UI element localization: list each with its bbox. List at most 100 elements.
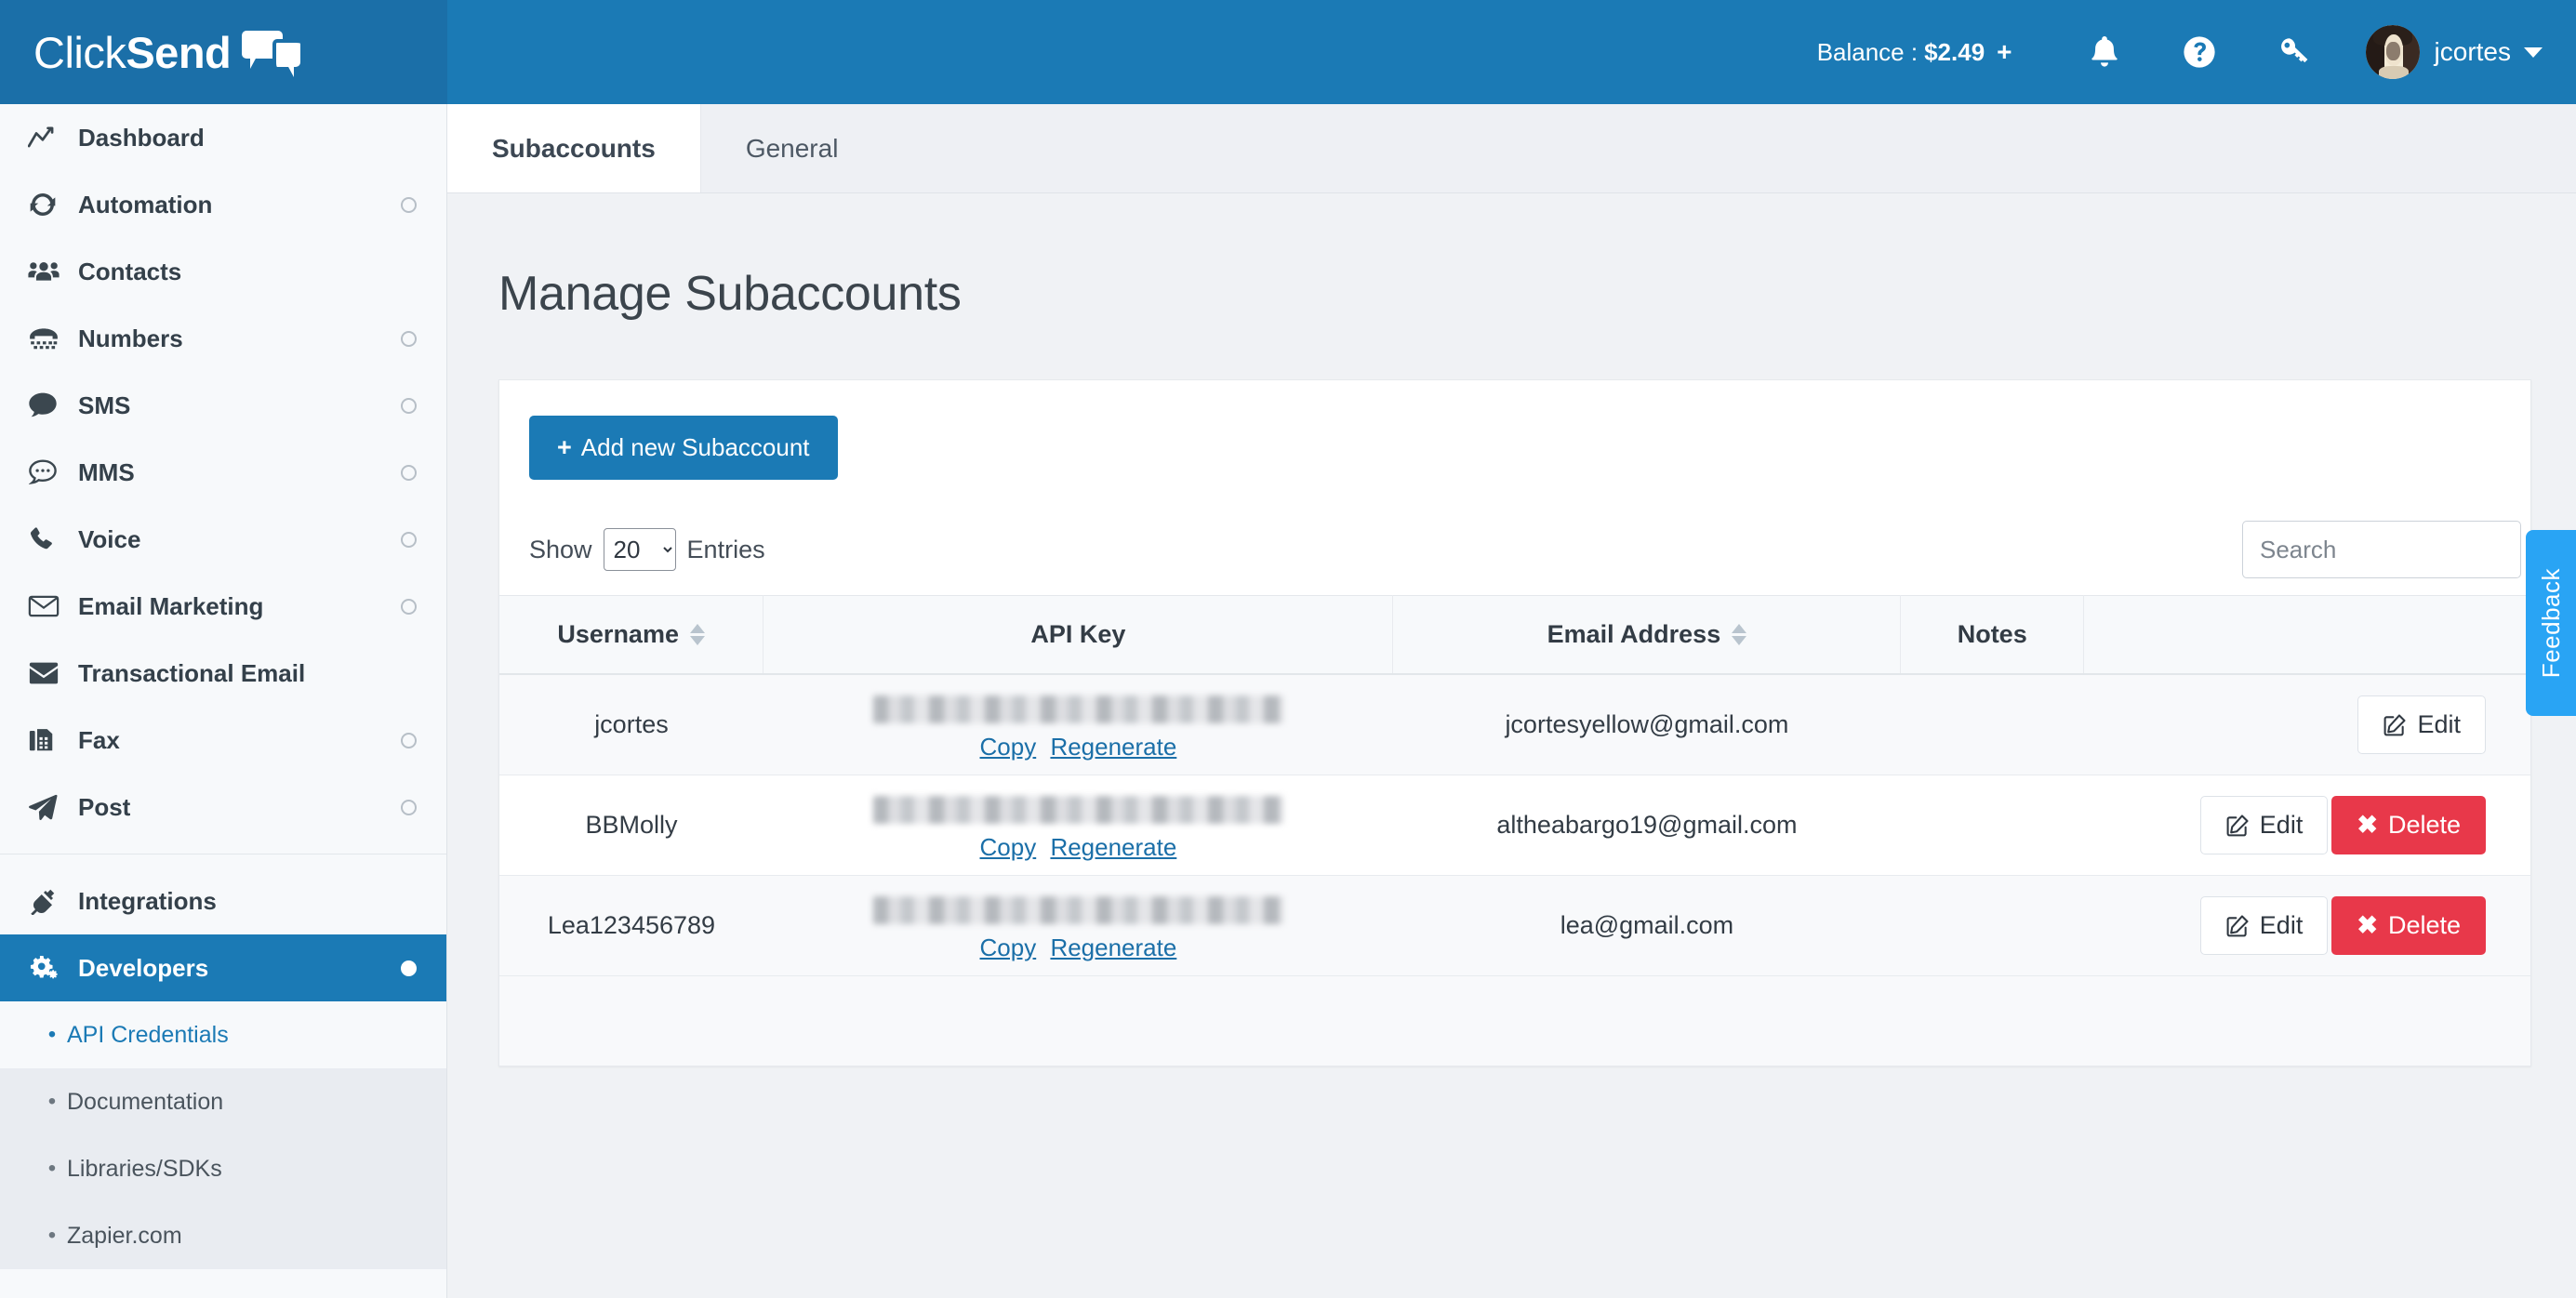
page-size-select[interactable]: 20 10 50 100	[603, 528, 676, 571]
table-header-row: Username API Key Email Address Notes	[499, 595, 2530, 675]
sidebar-item-contacts[interactable]: Contacts	[0, 238, 446, 305]
delete-button[interactable]: ✖ Delete	[2331, 896, 2486, 955]
cell-api-key: Copy Regenerate	[763, 674, 1393, 775]
phone-icon	[28, 525, 78, 553]
user-name-label: jcortes	[2434, 37, 2511, 66]
content-tabs: Subaccounts General	[447, 104, 2576, 193]
close-icon: ✖	[2357, 811, 2378, 839]
bullet-icon: •	[47, 1089, 57, 1114]
status-dot	[401, 732, 417, 748]
table-row: jcortes Copy Regenerate jcortesyellow@gm…	[499, 674, 2530, 775]
sidebar-item-label: Developers	[78, 953, 209, 982]
sidebar-item-label: Voice	[78, 524, 141, 553]
delete-button[interactable]: ✖ Delete	[2331, 796, 2486, 854]
cell-email: altheabargo19@gmail.com	[1392, 775, 1901, 876]
copy-api-key-link[interactable]: Copy	[980, 733, 1037, 761]
bullet-icon: •	[47, 1223, 57, 1248]
table-body: jcortes Copy Regenerate jcortesyellow@gm…	[499, 674, 2530, 976]
help-circle-icon[interactable]	[2169, 21, 2230, 83]
sidebar-item-label: Contacts	[78, 257, 182, 285]
chevron-down-icon[interactable]	[2524, 46, 2543, 58]
status-dot	[401, 330, 417, 347]
brand-name-light: Click	[33, 27, 126, 77]
sidebar-subitem-label: Zapier.com	[67, 1222, 182, 1249]
sidebar-item-dashboard[interactable]: Dashboard	[0, 104, 446, 171]
add-new-subaccount-button[interactable]: + Add new Subaccount	[529, 416, 838, 480]
balance-display[interactable]: Balance : $2.49 +	[1817, 37, 2012, 67]
sidebar-item-numbers[interactable]: Numbers	[0, 305, 446, 372]
column-header-email-address[interactable]: Email Address	[1392, 595, 1902, 675]
sidebar-item-sms[interactable]: SMS	[0, 372, 446, 439]
sidebar-item-label: Fax	[78, 725, 120, 754]
cell-actions: Edit ✖ Delete	[2083, 875, 2530, 976]
regenerate-api-key-link[interactable]: Regenerate	[1050, 833, 1176, 861]
api-key-masked	[872, 796, 1284, 824]
tab-subaccounts[interactable]: Subaccounts	[447, 104, 701, 192]
cell-username: Lea123456789	[499, 875, 764, 976]
plug-icon	[28, 887, 78, 915]
edit-button-label: Edit	[2259, 911, 2304, 939]
sidebar-item-transactional-email[interactable]: Transactional Email	[0, 640, 446, 707]
cell-notes	[1900, 775, 2084, 876]
fax-icon	[28, 726, 78, 754]
plus-icon: +	[557, 433, 572, 461]
user-menu[interactable]: jcortes	[2365, 25, 2543, 79]
key-icon[interactable]	[2264, 21, 2325, 83]
copy-api-key-link[interactable]: Copy	[980, 833, 1037, 861]
sidebar-item-voice[interactable]: Voice	[0, 506, 446, 573]
edit-button[interactable]: Edit	[2357, 695, 2486, 754]
column-header-username[interactable]: Username	[499, 595, 764, 675]
brand-logo[interactable]: ClickSend	[0, 0, 447, 104]
delete-button-label: Delete	[2387, 911, 2461, 939]
sidebar-item-documentation[interactable]: • Documentation	[0, 1068, 446, 1135]
status-dot	[401, 464, 417, 481]
sort-icon[interactable]	[1732, 624, 1747, 645]
edit-button[interactable]: Edit	[2199, 796, 2329, 854]
chat-bubbles-icon	[242, 31, 303, 77]
regenerate-api-key-link[interactable]: Regenerate	[1050, 733, 1176, 761]
cell-notes	[1900, 875, 2084, 976]
sidebar-item-api-credentials[interactable]: • API Credentials	[0, 1001, 446, 1068]
bell-icon[interactable]	[2074, 21, 2135, 83]
pencil-square-icon	[2225, 814, 2250, 838]
cell-email: jcortesyellow@gmail.com	[1392, 674, 1901, 775]
cogs-icon	[28, 954, 78, 982]
copy-api-key-link[interactable]: Copy	[980, 934, 1037, 961]
top-navigation-bar: ClickSend Balance : $2.49 + jcortes	[0, 0, 2576, 104]
column-header-api-key: API Key	[763, 595, 1394, 675]
sidebar-item-label: Automation	[78, 190, 213, 219]
sidebar-item-mms[interactable]: MMS	[0, 439, 446, 506]
sort-icon[interactable]	[689, 624, 705, 645]
sidebar-item-fax[interactable]: Fax	[0, 707, 446, 774]
add-balance-icon[interactable]: +	[1997, 37, 2012, 67]
close-icon: ✖	[2357, 911, 2378, 939]
cell-actions: Edit	[2083, 674, 2530, 775]
sidebar-item-integrations[interactable]: Integrations	[0, 868, 446, 934]
cell-username: BBMolly	[499, 775, 764, 876]
sidebar-navigation: Dashboard Automation Contacts Numbers SM…	[0, 104, 447, 1298]
feedback-tab[interactable]: Feedback	[2526, 530, 2576, 716]
tab-general[interactable]: General	[701, 104, 883, 192]
comment-dots-icon	[28, 458, 78, 486]
sidebar-item-post[interactable]: Post	[0, 774, 446, 841]
api-key-actions: Copy Regenerate	[777, 833, 1380, 862]
sidebar-item-email-marketing[interactable]: Email Marketing	[0, 573, 446, 640]
sidebar-item-developers[interactable]: Developers	[0, 934, 446, 1001]
status-dot	[401, 960, 417, 976]
add-new-subaccount-label: Add new Subaccount	[580, 433, 810, 461]
api-key-masked	[872, 896, 1284, 924]
chart-line-icon	[28, 126, 78, 150]
sidebar-item-zapier[interactable]: • Zapier.com	[0, 1202, 446, 1269]
sidebar-item-automation[interactable]: Automation	[0, 171, 446, 238]
status-dot	[401, 531, 417, 548]
edit-button-label: Edit	[2259, 811, 2304, 839]
regenerate-api-key-link[interactable]: Regenerate	[1050, 934, 1176, 961]
sidebar-item-libraries-sdks[interactable]: • Libraries/SDKs	[0, 1135, 446, 1202]
column-header-notes: Notes	[1900, 595, 2084, 675]
edit-button[interactable]: Edit	[2199, 896, 2329, 955]
sidebar-item-label: Post	[78, 792, 131, 821]
comment-icon	[28, 391, 78, 419]
api-key-actions: Copy Regenerate	[777, 934, 1380, 962]
search-input[interactable]	[2242, 521, 2521, 578]
brand-logo-text: ClickSend	[33, 27, 232, 78]
